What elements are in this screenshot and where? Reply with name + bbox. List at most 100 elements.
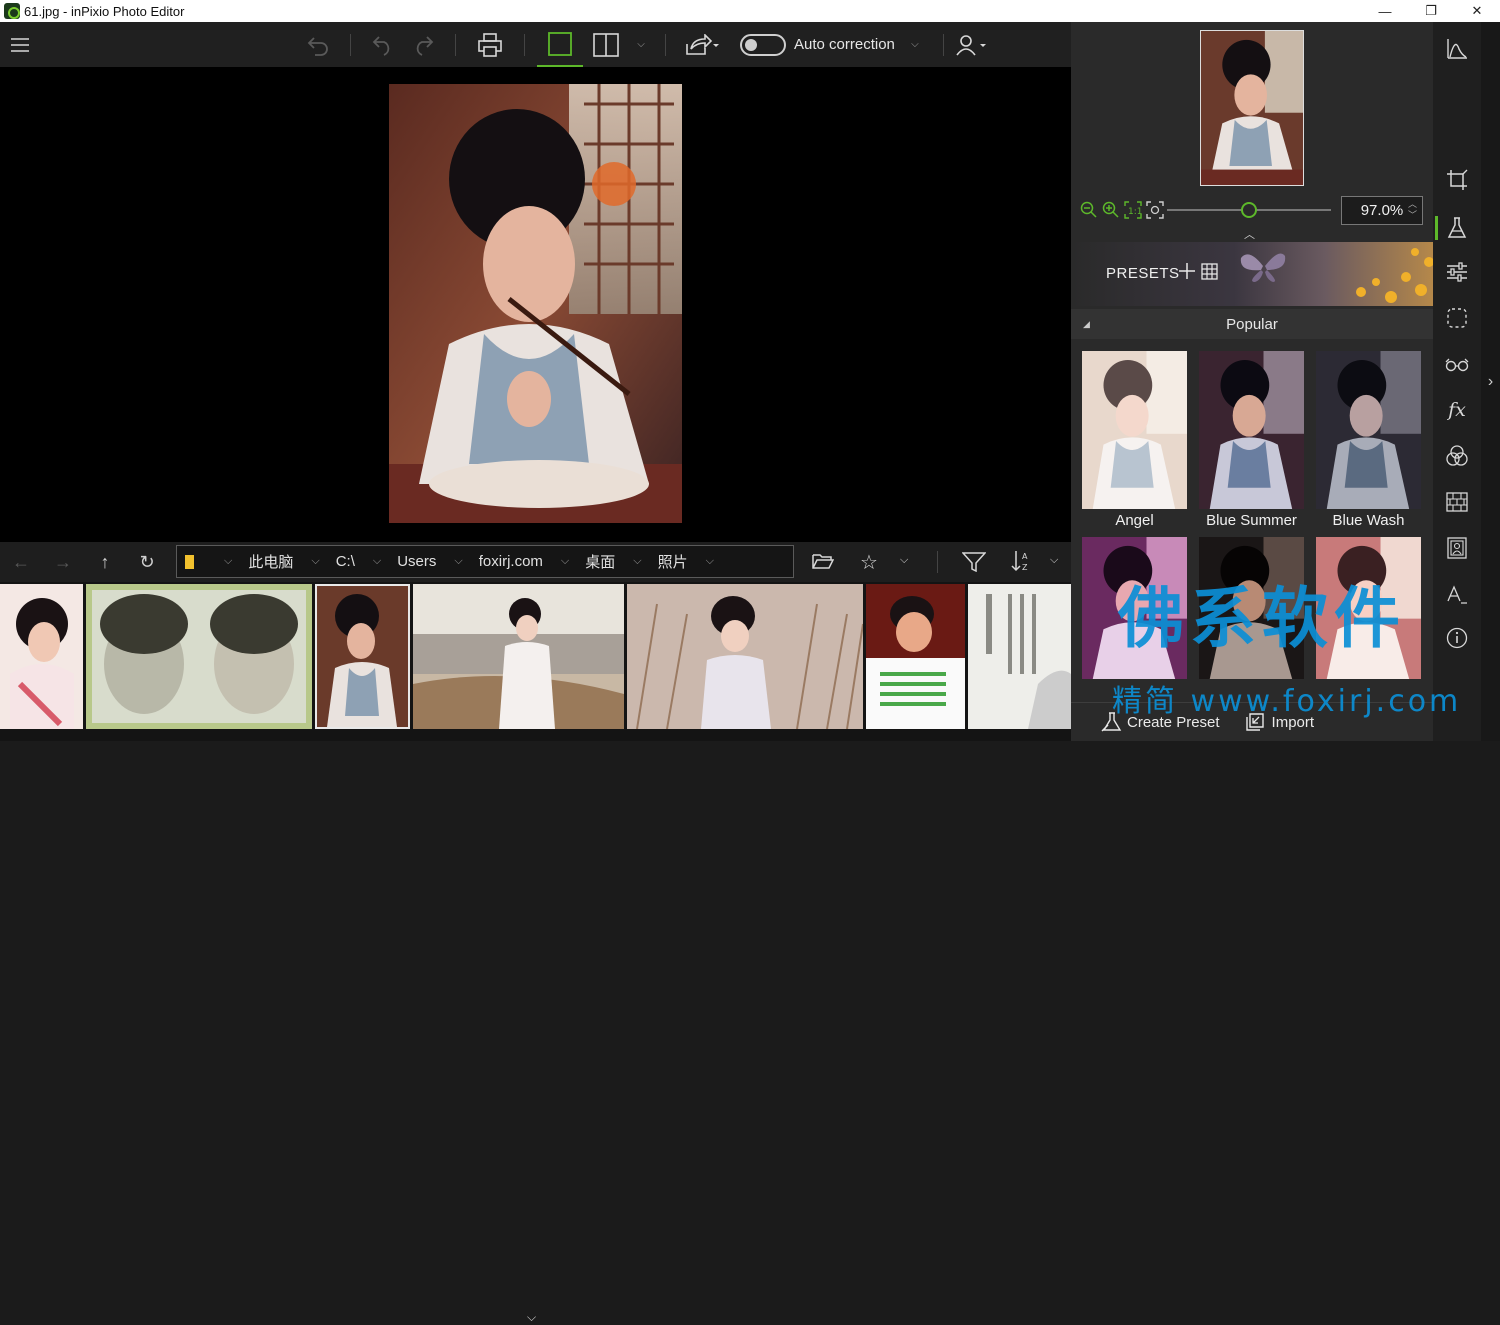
film-thumbnail[interactable] (86, 584, 312, 729)
zoom-stepper-icon[interactable]: ︿ ﹀ (1408, 199, 1417, 221)
divider (937, 551, 938, 573)
add-preset-icon[interactable] (1178, 262, 1196, 285)
info-icon[interactable] (1445, 626, 1469, 650)
auto-correction-toggle[interactable] (740, 33, 786, 56)
film-thumbnail[interactable] (866, 584, 965, 729)
presets-flask-icon[interactable] (1445, 216, 1469, 240)
filter-icon[interactable] (961, 552, 987, 577)
back-arrow-icon[interactable]: ← (0, 542, 42, 582)
single-view-icon[interactable] (537, 22, 583, 67)
chevron-down-icon[interactable]: ⌵ (633, 555, 641, 568)
sort-dropdown-icon[interactable]: ⌵ (1050, 554, 1058, 567)
preset-label: Angel (1115, 512, 1154, 529)
butterfly-icon (1240, 253, 1286, 282)
preset-group-title: Popular (1226, 315, 1278, 333)
grid-view-icon[interactable] (1201, 263, 1218, 285)
text-tool-icon[interactable] (1445, 582, 1469, 606)
forward-arrow-icon[interactable]: → (42, 542, 84, 582)
breadcrumb-item[interactable]: 桌面 ⌵ (577, 551, 649, 572)
collapse-preview-icon[interactable]: ︿ (1244, 226, 1255, 242)
breadcrumb-root[interactable]: ⌵ (177, 554, 240, 569)
close-button[interactable]: ✕ (1454, 0, 1500, 22)
share-icon[interactable] (678, 22, 726, 67)
film-thumbnail[interactable] (627, 584, 863, 729)
refresh-icon[interactable]: ↻ (126, 542, 168, 582)
presets-title: PRESETS (1106, 265, 1180, 282)
undo-all-icon[interactable] (298, 22, 338, 67)
film-thumbnail[interactable] (0, 584, 83, 729)
breadcrumb-item[interactable]: Users ⌵ (389, 553, 471, 570)
chevron-down-icon[interactable]: ⌵ (224, 555, 232, 568)
watermark-url: 精简 www.foxirj.com (1112, 684, 1462, 719)
histogram-icon[interactable] (1445, 36, 1469, 60)
account-icon[interactable] (952, 22, 992, 67)
sort-icon[interactable]: AZ (1010, 550, 1032, 577)
zoom-slider[interactable] (1167, 202, 1331, 218)
crop-icon[interactable] (1445, 168, 1469, 192)
breadcrumb-item[interactable]: 照片 ⌵ (650, 551, 722, 572)
texture-brick-icon[interactable] (1445, 490, 1469, 514)
navigator-preview[interactable] (1200, 30, 1304, 186)
expand-panel-chevron-icon[interactable]: › (1481, 22, 1500, 741)
print-icon[interactable] (468, 22, 512, 67)
menu-icon[interactable] (0, 22, 40, 67)
film-thumbnail[interactable] (413, 584, 624, 729)
preset-angel[interactable]: Angel (1082, 351, 1187, 529)
breadcrumb-label: foxirj.com (478, 553, 543, 570)
actual-size-icon[interactable]: 1:1 (1123, 200, 1143, 220)
breadcrumb-label: Users (397, 553, 437, 570)
breadcrumb-label: 照片 (657, 554, 688, 571)
preset-label: Blue Summer (1206, 512, 1297, 529)
selection-icon[interactable] (1445, 306, 1469, 330)
filmstrip: ⌵ (0, 582, 1071, 1324)
breadcrumb-item[interactable]: foxirj.com ⌵ (471, 553, 578, 570)
collapse-triangle-icon[interactable]: ◢ (1083, 319, 1090, 330)
film-thumbnail-selected[interactable] (315, 584, 410, 729)
glasses-icon[interactable] (1445, 352, 1469, 376)
fit-screen-icon[interactable] (1145, 200, 1165, 220)
chevron-down-icon[interactable]: ⌵ (454, 555, 462, 568)
main-photo (389, 84, 682, 523)
view-dropdown-icon[interactable]: ⌵ (629, 22, 653, 67)
maximize-button[interactable]: ❐ (1408, 0, 1454, 22)
frame-portrait-icon[interactable] (1445, 536, 1469, 560)
preset-thumbnail (1316, 351, 1421, 509)
open-folder-icon[interactable] (812, 552, 835, 575)
chevron-down-icon[interactable]: ⌵ (561, 555, 569, 568)
effects-fx-icon[interactable]: 𝑓x (1445, 398, 1469, 422)
breadcrumb-item[interactable]: 此电脑 ⌵ (240, 551, 327, 572)
compare-view-icon[interactable] (583, 22, 629, 67)
chevron-down-icon[interactable]: ⌵ (706, 555, 714, 568)
zoom-slider-handle[interactable] (1241, 202, 1257, 218)
preset-thumbnail (1082, 351, 1187, 509)
up-arrow-icon[interactable]: ↑ (84, 542, 126, 582)
minimize-button[interactable]: — (1362, 0, 1408, 22)
breadcrumb-label: C:\ (335, 553, 355, 570)
svg-text:Z: Z (1022, 563, 1028, 572)
breadcrumb-item[interactable]: C:\ ⌵ (328, 553, 390, 570)
breadcrumb-label: 此电脑 (248, 554, 294, 571)
image-canvas[interactable] (0, 67, 1071, 542)
undo-icon[interactable] (363, 22, 403, 67)
chevron-down-icon[interactable]: ⌵ (373, 555, 381, 568)
filmstrip-collapse-icon[interactable]: ⌵ (527, 1310, 536, 1325)
redo-icon[interactable] (403, 22, 443, 67)
film-thumbnail[interactable] (968, 584, 1071, 729)
tool-sidebar: 𝑓x (1433, 22, 1481, 741)
favorite-dropdown-icon[interactable]: ⌵ (900, 554, 908, 567)
preset-label: Blue Wash (1332, 512, 1405, 529)
auto-correction-dropdown-icon[interactable]: ⌵ (895, 22, 935, 67)
window-title: 61.jpg - inPixio Photo Editor (24, 3, 185, 19)
zoom-value-field[interactable]: 97.0% ︿ ﹀ (1341, 196, 1423, 225)
preset-thumbnail (1199, 351, 1304, 509)
zoom-in-icon[interactable] (1101, 200, 1121, 220)
preset-group-header[interactable]: ◢ Popular (1071, 309, 1433, 339)
preset-blue-summer[interactable]: Blue Summer (1199, 351, 1304, 529)
color-circles-icon[interactable] (1445, 444, 1469, 468)
chevron-down-icon[interactable]: ⌵ (311, 555, 319, 568)
zoom-out-icon[interactable] (1079, 200, 1099, 220)
favorite-star-icon[interactable]: ☆ (860, 550, 878, 575)
title-bar: 61.jpg - inPixio Photo Editor — ❐ ✕ (0, 0, 1500, 22)
preset-blue-wash[interactable]: Blue Wash (1316, 351, 1421, 529)
adjustments-icon[interactable] (1445, 260, 1469, 284)
